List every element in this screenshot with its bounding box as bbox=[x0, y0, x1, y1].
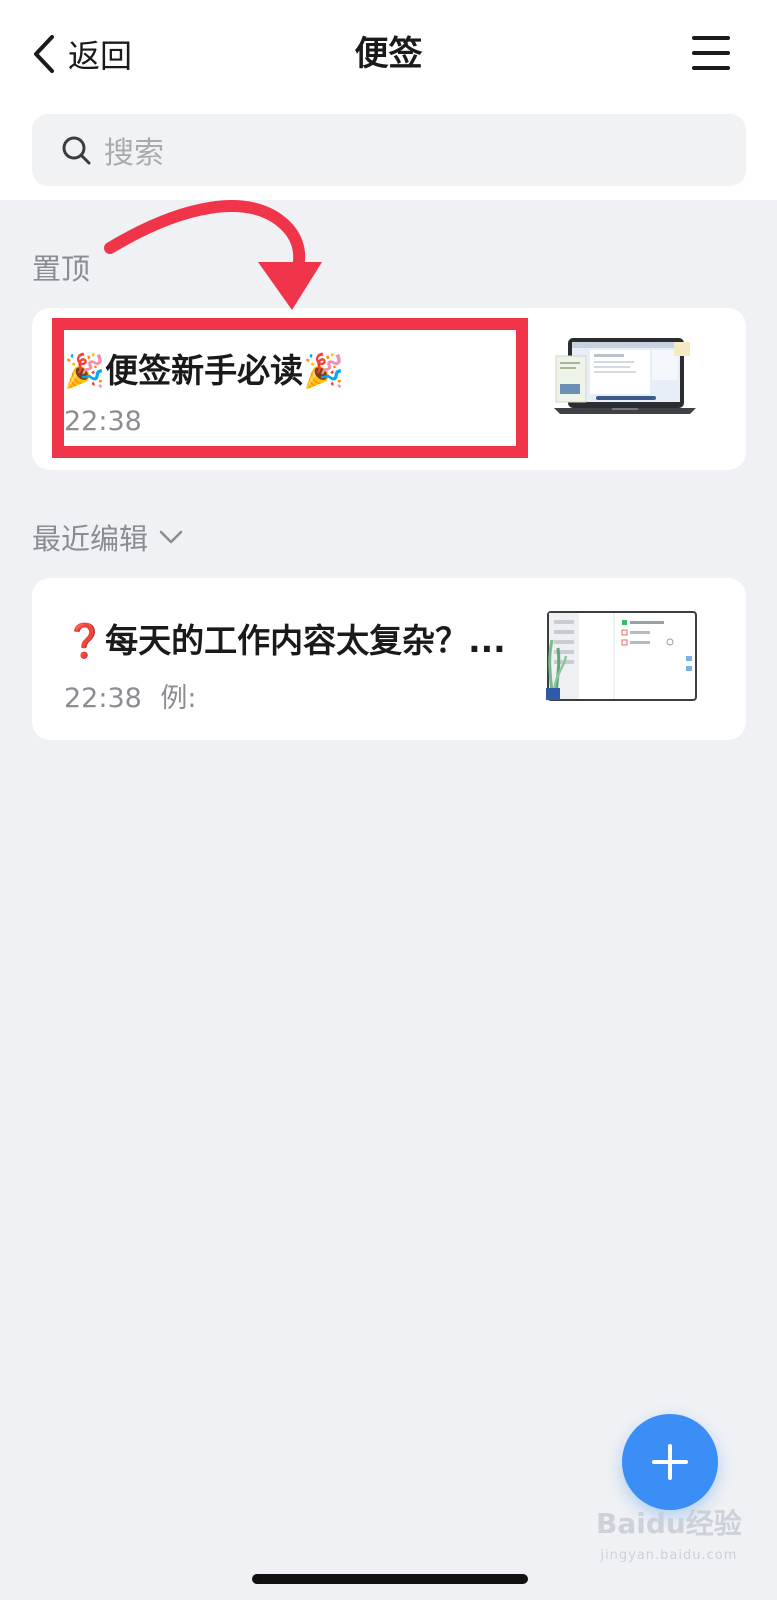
home-indicator bbox=[252, 1574, 528, 1584]
search-input[interactable]: 搜索 bbox=[32, 114, 746, 186]
note-thumbnail-laptop bbox=[554, 338, 696, 414]
recent-section-toggle[interactable]: 最近编辑 bbox=[32, 516, 184, 558]
note-title: ❓每天的工作内容太复杂？... bbox=[64, 621, 506, 660]
search-icon bbox=[62, 136, 91, 165]
watermark-text: Baidu经验 bbox=[596, 1507, 742, 1540]
plus-icon bbox=[652, 1444, 688, 1480]
pinned-section-label: 置顶 bbox=[32, 252, 91, 286]
note-card-recent[interactable]: ❓每天的工作内容太复杂？... 22:38 例: bbox=[32, 578, 746, 740]
annotation-arrow-icon bbox=[104, 200, 322, 310]
top-bar: 返回 便签 搜索 bbox=[0, 0, 777, 200]
annotation-highlight-box bbox=[52, 318, 528, 458]
search-placeholder: 搜索 bbox=[104, 136, 164, 171]
watermark-subtext: jingyan.baidu.com bbox=[600, 1548, 738, 1563]
add-note-button[interactable] bbox=[622, 1414, 718, 1510]
note-thumbnail-checklist bbox=[546, 611, 697, 701]
chevron-down-icon bbox=[159, 530, 183, 544]
note-preview: 例: bbox=[160, 683, 197, 714]
recent-section-label: 最近编辑 bbox=[32, 522, 149, 556]
menu-button[interactable] bbox=[690, 34, 732, 74]
watermark: Baidu经验 jingyan.baidu.com bbox=[596, 1508, 742, 1572]
note-time-preview: 22:38 例: bbox=[64, 676, 197, 715]
page-title: 便签 bbox=[354, 34, 423, 74]
hamburger-icon bbox=[692, 36, 730, 40]
note-time: 22:38 bbox=[64, 683, 142, 714]
